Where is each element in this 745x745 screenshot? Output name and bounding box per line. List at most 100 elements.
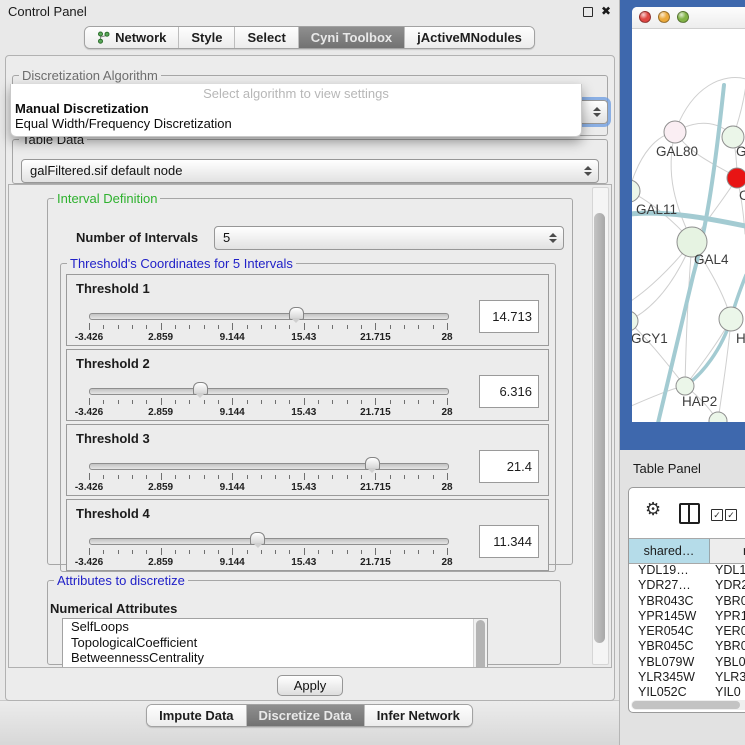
network-canvas[interactable]: GAL80GACGAL11GAL4GCY1HHAP2	[632, 29, 745, 422]
tab-select[interactable]: Select	[234, 27, 297, 48]
threshold-value-field[interactable]: 11.344	[479, 525, 539, 558]
cell-name: YPR1	[709, 609, 745, 624]
tab-cyni-toolbox[interactable]: Cyni Toolbox	[298, 27, 404, 48]
threshold-label: Threshold 2	[76, 356, 150, 371]
attribute-item-selfloops[interactable]: SelfLoops	[63, 619, 487, 635]
table-row[interactable]: YIL052CYIL0	[629, 685, 745, 698]
slider-track	[89, 463, 449, 470]
tab-jactivemnodules[interactable]: jActiveMNodules	[404, 27, 534, 48]
tab-infer-network[interactable]: Infer Network	[364, 705, 472, 726]
zoom-button[interactable]	[677, 11, 689, 23]
table-row[interactable]: YBR043CYBR0	[629, 594, 745, 609]
close-button[interactable]	[639, 11, 651, 23]
tab-style[interactable]: Style	[178, 27, 234, 48]
cell-name: YBL0	[709, 655, 745, 670]
number-of-intervals-combobox[interactable]: 5	[214, 226, 564, 250]
tick-label: 15.43	[291, 332, 316, 343]
table-row[interactable]: YBR045CYBR0	[629, 639, 745, 654]
cell-shared-name: YLR345W	[629, 670, 709, 685]
node-label: GAL11	[636, 202, 677, 217]
cell-name: YBR0	[709, 639, 745, 654]
minimize-button[interactable]	[658, 11, 670, 23]
slider-ticks	[89, 548, 447, 556]
algorithm-option-manual-discretization[interactable]: Manual Discretization	[11, 101, 581, 116]
slider-thumb[interactable]	[365, 457, 380, 470]
network-node[interactable]	[709, 412, 727, 422]
tab-discretize-data[interactable]: Discretize Data	[246, 705, 364, 726]
vertical-scrollbar-thumb[interactable]	[594, 213, 605, 643]
cell-shared-name: YPR145W	[629, 609, 709, 624]
threshold-label: Threshold 4	[76, 506, 150, 521]
tick-label: 9.144	[220, 557, 245, 568]
column-header-shared-name[interactable]: shared…	[629, 539, 710, 563]
tick-label: 2.859	[148, 332, 173, 343]
threshold-slider[interactable]: -3.4262.8599.14415.4321.71528	[89, 457, 447, 493]
split-columns-icon[interactable]	[679, 503, 700, 524]
table-row[interactable]: YER054CYER0	[629, 624, 745, 639]
threshold-value-field[interactable]: 14.713	[479, 300, 539, 333]
list-scrollbar-thumb[interactable]	[476, 620, 485, 668]
cell-shared-name: YDL19…	[629, 563, 709, 578]
network-window-frame: GAL80GACGAL11GAL4GCY1HHAP2	[620, 0, 745, 450]
cell-name: YDL1	[709, 563, 745, 578]
tick-label: 21.715	[360, 482, 391, 493]
tab-impute-data[interactable]: Impute Data	[147, 705, 245, 726]
list-scrollbar[interactable]	[473, 619, 487, 668]
cell-name: YLR3	[709, 670, 745, 685]
tick-label: 9.144	[220, 407, 245, 418]
threshold-value-field[interactable]: 6.316	[479, 375, 539, 408]
table-row[interactable]: YDR27…YDR2	[629, 578, 745, 593]
slider-tick-labels: -3.4262.8599.14415.4321.71528	[89, 332, 447, 344]
horizontal-scrollbar[interactable]	[631, 700, 745, 710]
attribute-item-betweennesscentrality[interactable]: BetweennessCentrality	[63, 650, 487, 666]
table-row[interactable]: YPR145WYPR1	[629, 609, 745, 624]
table-rows: YDL19…YDL1YDR27…YDR2YBR043CYBR0YPR145WYP…	[629, 563, 745, 698]
tab-network[interactable]: Network	[85, 27, 178, 48]
network-window[interactable]: GAL80GACGAL11GAL4GCY1HHAP2	[632, 7, 745, 422]
slider-thumb[interactable]	[289, 307, 304, 320]
column-header-name[interactable]: n	[710, 539, 745, 563]
slider-thumb[interactable]	[193, 382, 208, 395]
algorithm-option-equal-width-frequency-discretization[interactable]: Equal Width/Frequency Discretization	[11, 116, 581, 131]
network-node-gal11[interactable]	[632, 180, 640, 202]
node-label: GAL4	[694, 252, 729, 267]
table-row[interactable]: YLR345WYLR3	[629, 670, 745, 685]
network-node-hap2[interactable]	[676, 377, 694, 395]
network-node-gal80[interactable]	[664, 121, 686, 143]
threshold-value-field[interactable]: 21.4	[479, 450, 539, 483]
network-node-h[interactable]	[719, 307, 743, 331]
threshold-slider[interactable]: -3.4262.8599.14415.4321.71528	[89, 307, 447, 343]
close-icon[interactable]: ✖	[601, 4, 611, 18]
cell-name: YER0	[709, 624, 745, 639]
checkbox-checked-icon[interactable]: ✓	[725, 509, 737, 521]
checkbox-checked-icon[interactable]: ✓	[711, 509, 723, 521]
cell-shared-name: YBL079W	[629, 655, 709, 670]
tick-label: 28	[441, 407, 452, 418]
threshold-slider[interactable]: -3.4262.8599.14415.4321.71528	[89, 532, 447, 568]
gear-icon[interactable]: ⚙	[645, 501, 661, 519]
slider-ticks	[89, 398, 447, 406]
table-data-combobox[interactable]: galFiltered.sif default node	[21, 159, 599, 183]
vertical-scrollbar[interactable]	[592, 187, 609, 665]
table-row[interactable]: YDL19…YDL1	[629, 563, 745, 578]
table-header: shared… n	[629, 538, 745, 564]
attributes-to-discretize-group: Attributes to discretize Numerical Attri…	[47, 573, 561, 665]
threshold-label: Threshold 1	[76, 281, 150, 296]
tick-label: 15.43	[291, 557, 316, 568]
table-row[interactable]: YBL079WYBL0	[629, 655, 745, 670]
network-node-c[interactable]	[727, 168, 745, 188]
network-window-titlebar	[632, 7, 745, 29]
top-tab-bar: NetworkStyle Select Cyni ToolboxjActiveMNo…	[84, 26, 535, 49]
threshold-slider[interactable]: -3.4262.8599.14415.4321.71528	[89, 382, 447, 418]
tab-label: Select	[247, 30, 285, 45]
tick-label: 9.144	[220, 482, 245, 493]
threshold-rows: Threshold 1 -3.4262.8599.14415.4321.71528…	[61, 274, 555, 571]
network-node-gcy1[interactable]	[632, 311, 638, 331]
apply-button[interactable]: Apply	[277, 675, 344, 696]
horizontal-scrollbar-thumb[interactable]	[632, 701, 740, 709]
cell-name: YDR2	[709, 578, 745, 593]
attribute-item-topologicalcoefficient[interactable]: TopologicalCoefficient	[63, 635, 487, 651]
network-edge[interactable]	[685, 242, 692, 386]
float-window-icon[interactable]	[583, 7, 593, 17]
slider-thumb[interactable]	[250, 532, 265, 545]
